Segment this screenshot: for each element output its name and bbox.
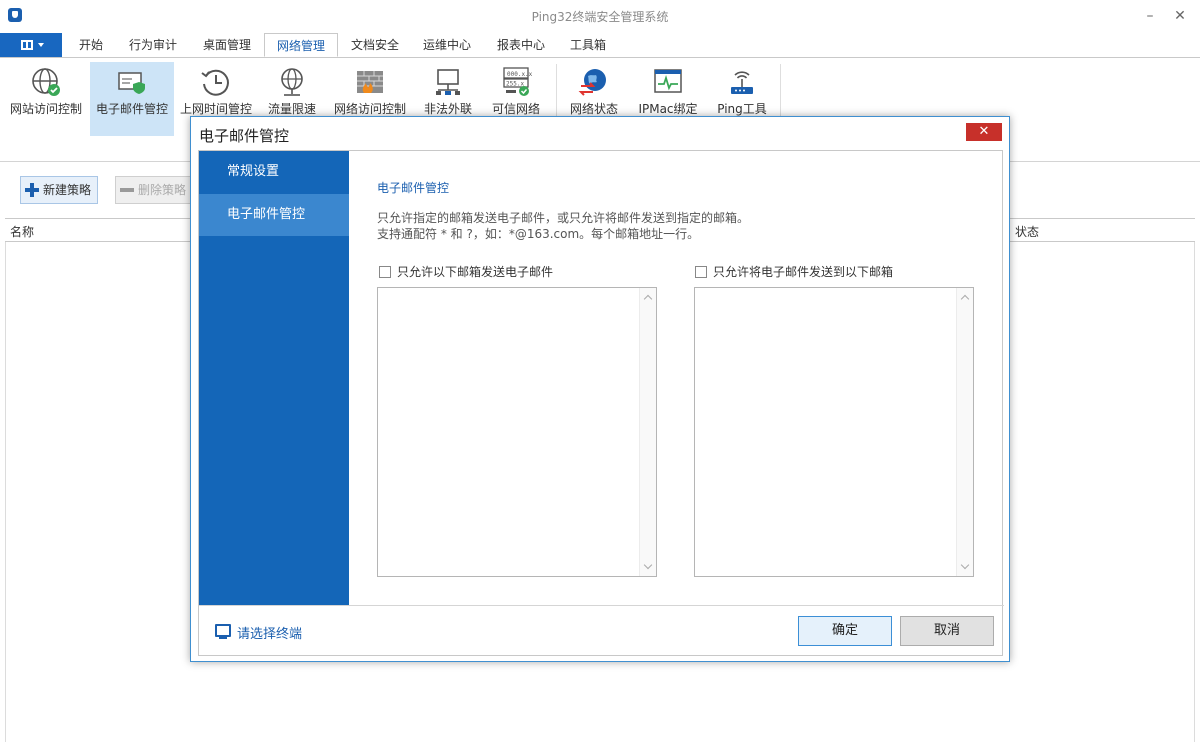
monitor-icon: [215, 624, 231, 639]
globe-check-icon: [32, 68, 60, 96]
allow-send-label: 只允许以下邮箱发送电子邮件: [397, 265, 554, 279]
minimize-button[interactable]: –: [1136, 4, 1164, 28]
footer-divider: [199, 605, 1004, 606]
router-wifi-icon: [731, 71, 753, 94]
tab-behavior-audit[interactable]: 行为审计: [120, 33, 186, 57]
mail-shield-icon: [118, 72, 145, 94]
plus-icon: [25, 183, 39, 197]
ribbon-label: 可信网络: [491, 102, 540, 116]
dialog-nav: 常规设置 电子邮件管控: [199, 151, 349, 605]
globe-network-icon: [281, 68, 303, 96]
tab-document-security[interactable]: 文档安全: [342, 33, 408, 57]
scroll-up-icon: [960, 294, 970, 304]
firewall-icon: [357, 71, 383, 93]
svg-text:000.x.x: 000.x.x: [507, 71, 532, 78]
clock-history-icon: [201, 69, 229, 96]
allow-send-list-input[interactable]: [377, 287, 657, 577]
scroll-down-icon: [643, 560, 653, 570]
ribbon-email-control[interactable]: 电子邮件管控: [90, 62, 174, 136]
app-menu-button[interactable]: [0, 33, 62, 57]
new-policy-button[interactable]: 新建策略: [20, 176, 98, 204]
ribbon-label: Ping工具: [717, 102, 767, 116]
allow-recv-scrollbar[interactable]: [956, 288, 973, 576]
ok-button[interactable]: 确定: [798, 616, 892, 646]
scroll-up-icon: [643, 294, 653, 304]
description-line-1: 只允许指定的邮箱发送电子邮件，或只允许将邮件发送到指定的邮箱。: [377, 211, 750, 225]
minus-icon: [120, 188, 134, 192]
section-title: 电子邮件管控: [377, 181, 450, 195]
column-name-header[interactable]: 名称: [10, 223, 34, 240]
allow-send-scrollbar[interactable]: [639, 288, 656, 576]
chevron-down-icon: [38, 43, 44, 47]
dialog-body: 常规设置 电子邮件管控 电子邮件管控 只允许指定的邮箱发送电子邮件，或只允许将邮…: [198, 150, 1004, 656]
ribbon-label: 网站访问控制: [9, 102, 82, 116]
delete-policy-label: 删除策略: [138, 183, 187, 197]
ip-check-icon: 000.x.x 255.x: [503, 67, 532, 96]
dialog-close-button[interactable]: ✕: [966, 123, 1002, 141]
ribbon-label: 非法外联: [423, 102, 472, 116]
tab-network-management[interactable]: 网络管理: [264, 33, 338, 57]
new-policy-label: 新建策略: [43, 183, 92, 197]
globe-arrows-icon: [578, 69, 606, 96]
ribbon-label: 电子邮件管控: [95, 102, 168, 116]
column-status-header[interactable]: 状态: [1015, 223, 1039, 240]
tab-desktop-management[interactable]: 桌面管理: [194, 33, 260, 57]
cancel-button[interactable]: 取消: [900, 616, 994, 646]
tab-ops-center[interactable]: 运维中心: [414, 33, 480, 57]
checkbox-icon: [695, 266, 707, 278]
tab-report-center[interactable]: 报表中心: [488, 33, 554, 57]
pulse-window-icon: [654, 69, 682, 93]
ribbon-label: 网络访问控制: [333, 102, 406, 116]
menu-icon: [21, 40, 33, 50]
delete-policy-button[interactable]: 删除策略: [115, 176, 193, 204]
monitor-network-icon: [436, 69, 460, 95]
ribbon-website-access-control[interactable]: 网站访问控制: [4, 62, 88, 136]
select-terminal-link[interactable]: 请选择终端: [215, 623, 302, 642]
ribbon-label: IPMac绑定: [638, 102, 698, 116]
ribbon-label: 流量限速: [267, 102, 316, 116]
dialog-title: 电子邮件管控: [199, 127, 290, 145]
allow-recv-list-input[interactable]: [694, 287, 974, 577]
svg-text:255.x: 255.x: [506, 81, 524, 88]
tab-start[interactable]: 开始: [68, 33, 114, 57]
close-window-button[interactable]: ✕: [1166, 4, 1194, 28]
allow-recv-checkbox[interactable]: 只允许将电子邮件发送到以下邮箱: [695, 263, 893, 280]
checkbox-icon: [379, 266, 391, 278]
window-title: Ping32终端安全管理系统: [531, 10, 669, 24]
allow-send-checkbox[interactable]: 只允许以下邮箱发送电子邮件: [379, 263, 553, 280]
nav-item-email-control[interactable]: 电子邮件管控: [199, 194, 349, 236]
ribbon-label: 上网时间管控: [179, 102, 252, 116]
description-line-2: 支持通配符 * 和 ?，如：*@163.com。每个邮箱地址一行。: [377, 227, 700, 241]
select-terminal-label: 请选择终端: [237, 627, 303, 642]
scroll-down-icon: [960, 560, 970, 570]
ribbon-label: 网络状态: [569, 102, 618, 116]
nav-item-general-settings[interactable]: 常规设置: [199, 151, 349, 193]
tab-toolbox[interactable]: 工具箱: [560, 33, 616, 57]
allow-recv-label: 只允许将电子邮件发送到以下邮箱: [713, 265, 894, 279]
email-control-dialog: 电子邮件管控 ✕ 常规设置 电子邮件管控 电子邮件管控 只允许指定的邮箱发送电子…: [190, 116, 1010, 662]
